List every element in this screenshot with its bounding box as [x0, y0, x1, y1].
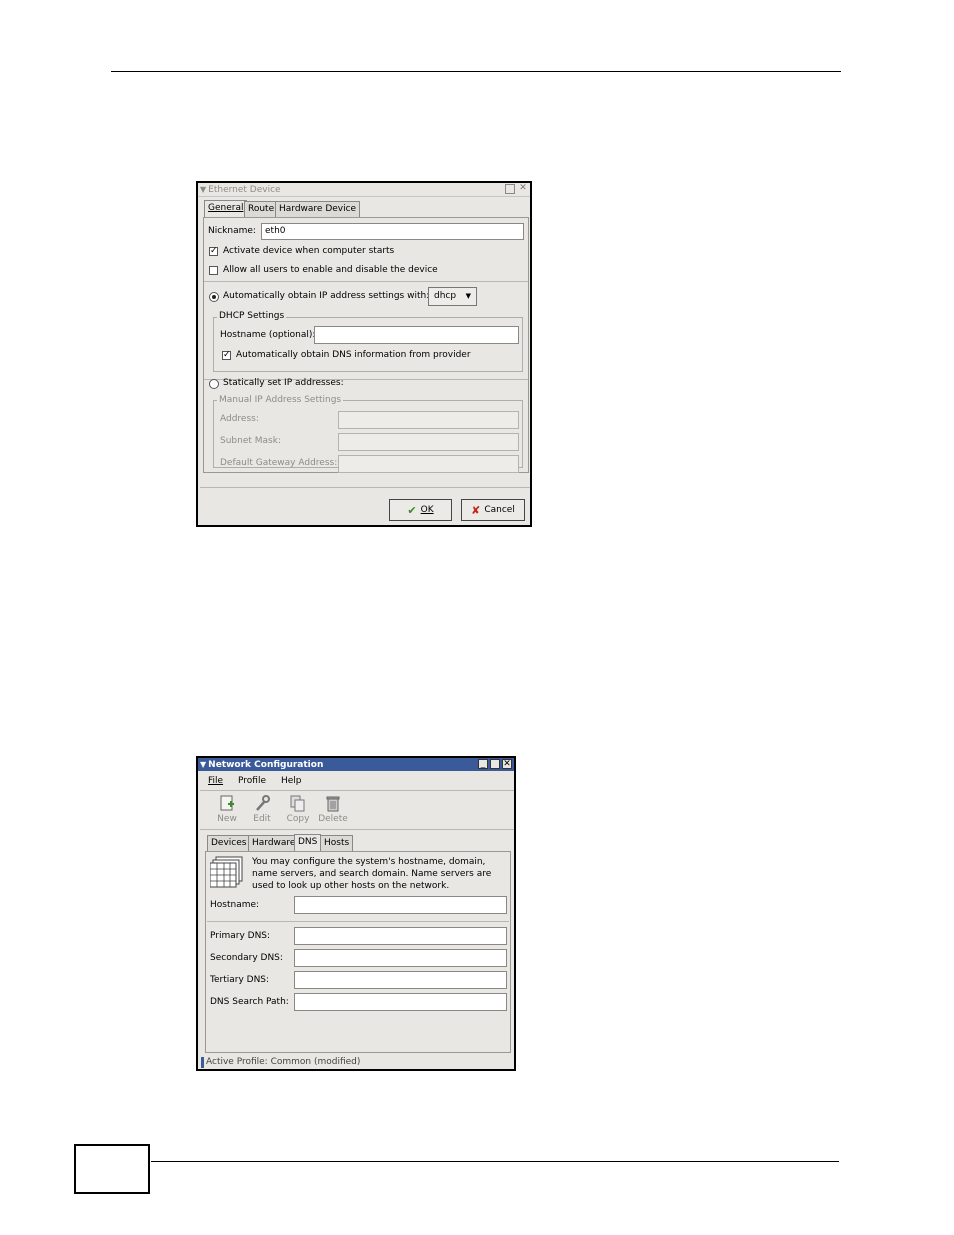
- allow-users-checkbox[interactable]: [209, 266, 218, 275]
- subnet-mask-label: Subnet Mask:: [220, 436, 281, 446]
- close-icon[interactable]: ✕: [518, 184, 528, 194]
- new-button[interactable]: New: [209, 795, 245, 824]
- trash-icon: [326, 796, 340, 812]
- manual-ip-title: Manual IP Address Settings: [217, 395, 344, 405]
- checkmark-icon: ✔: [407, 503, 417, 517]
- page-footer-rule: [151, 1161, 839, 1162]
- protocol-value: dhcp: [434, 291, 457, 301]
- maximize-icon[interactable]: [505, 184, 515, 194]
- copy-icon: [290, 795, 305, 812]
- gateway-label: Default Gateway Address:: [220, 458, 338, 468]
- nickname-label: Nickname:: [208, 226, 256, 236]
- window-title: Network Configuration: [208, 759, 324, 770]
- tab-dns[interactable]: DNS: [294, 834, 322, 851]
- secondary-dns-label: Secondary DNS:: [210, 953, 283, 963]
- tab-hardware-device[interactable]: Hardware Device: [275, 201, 361, 217]
- static-ip-radio[interactable]: [209, 379, 219, 389]
- protocol-select[interactable]: dhcp ▼: [428, 287, 477, 306]
- menu-profile[interactable]: Profile: [238, 776, 266, 786]
- nickname-input[interactable]: eth0: [261, 223, 524, 240]
- menu-help[interactable]: Help: [281, 776, 302, 786]
- separator: [200, 829, 514, 830]
- window-title: Ethernet Device: [208, 184, 281, 195]
- dhcp-settings-title: DHCP Settings: [217, 311, 287, 321]
- tab-general[interactable]: General: [204, 200, 248, 217]
- separator: [204, 281, 528, 282]
- tertiary-dns-input[interactable]: [294, 971, 507, 989]
- allow-users-label: Allow all users to enable and disable th…: [223, 265, 438, 275]
- separator: [207, 921, 509, 922]
- tab-devices[interactable]: Devices: [207, 835, 251, 851]
- page-number-box: [74, 1144, 150, 1194]
- gateway-input[interactable]: [338, 455, 519, 473]
- subnet-mask-input[interactable]: [338, 433, 519, 451]
- minimize-icon[interactable]: _: [478, 759, 488, 769]
- delete-button[interactable]: Delete: [315, 795, 351, 824]
- auto-ip-label: Automatically obtain IP address settings…: [223, 291, 430, 301]
- dns-info-line-2: name servers, and search domain. Name se…: [252, 869, 492, 879]
- title-bar[interactable]: ▼ Ethernet Device ✕: [198, 183, 530, 197]
- auto-ip-radio[interactable]: [209, 292, 219, 302]
- window-menu-icon[interactable]: ▼: [200, 760, 206, 769]
- hostname-input[interactable]: [314, 326, 519, 344]
- ok-button[interactable]: ✔ OK: [389, 499, 452, 521]
- tab-route[interactable]: Route: [244, 201, 279, 217]
- window-menu-icon[interactable]: ▼: [200, 185, 206, 194]
- activate-checkbox[interactable]: ✓: [209, 247, 218, 256]
- tertiary-dns-label: Tertiary DNS:: [210, 975, 270, 985]
- primary-dns-input[interactable]: [294, 927, 507, 945]
- page-header-rule: [111, 71, 841, 72]
- new-icon: [220, 795, 234, 811]
- hostname-label: Hostname (optional):: [220, 330, 316, 340]
- chevron-down-icon: ▼: [465, 292, 471, 300]
- dns-info-line-1: You may configure the system's hostname,…: [252, 857, 486, 867]
- hostname-label: Hostname:: [210, 900, 260, 910]
- wrench-icon: [256, 795, 270, 811]
- cancel-x-icon: ✘: [471, 503, 481, 517]
- dns-table-icon: [210, 856, 243, 888]
- cancel-button[interactable]: ✘ Cancel: [461, 499, 525, 521]
- dns-info-line-3: used to look up other hosts on the netwo…: [252, 881, 450, 891]
- separator: [200, 487, 530, 488]
- menu-file[interactable]: File: [208, 776, 223, 786]
- copy-button[interactable]: Copy: [280, 795, 316, 824]
- dns-search-path-label: DNS Search Path:: [210, 997, 289, 1007]
- secondary-dns-input[interactable]: [294, 949, 507, 967]
- ethernet-device-window: ▼ Ethernet Device ✕ General Route Hardwa…: [196, 181, 532, 527]
- network-configuration-window: ▼ Network Configuration _ ✕ File Profile…: [196, 756, 516, 1071]
- primary-dns-label: Primary DNS:: [210, 931, 271, 941]
- auto-dns-checkbox[interactable]: ✓: [222, 351, 231, 360]
- separator: [200, 790, 514, 791]
- close-icon[interactable]: ✕: [502, 759, 512, 769]
- address-label: Address:: [220, 414, 259, 424]
- edit-button[interactable]: Edit: [244, 795, 280, 824]
- static-ip-label: Statically set IP addresses:: [223, 378, 344, 388]
- address-input[interactable]: [338, 411, 519, 429]
- status-bar: Active Profile: Common (modified): [201, 1057, 511, 1068]
- title-bar[interactable]: ▼ Network Configuration _ ✕: [198, 758, 514, 771]
- auto-dns-label: Automatically obtain DNS information fro…: [236, 350, 471, 360]
- dns-search-path-input[interactable]: [294, 993, 507, 1011]
- tab-hardware[interactable]: Hardware: [248, 835, 300, 851]
- maximize-icon[interactable]: [490, 759, 500, 769]
- tab-hosts[interactable]: Hosts: [320, 835, 354, 851]
- hostname-input[interactable]: [294, 896, 507, 914]
- activate-label: Activate device when computer starts: [223, 246, 395, 256]
